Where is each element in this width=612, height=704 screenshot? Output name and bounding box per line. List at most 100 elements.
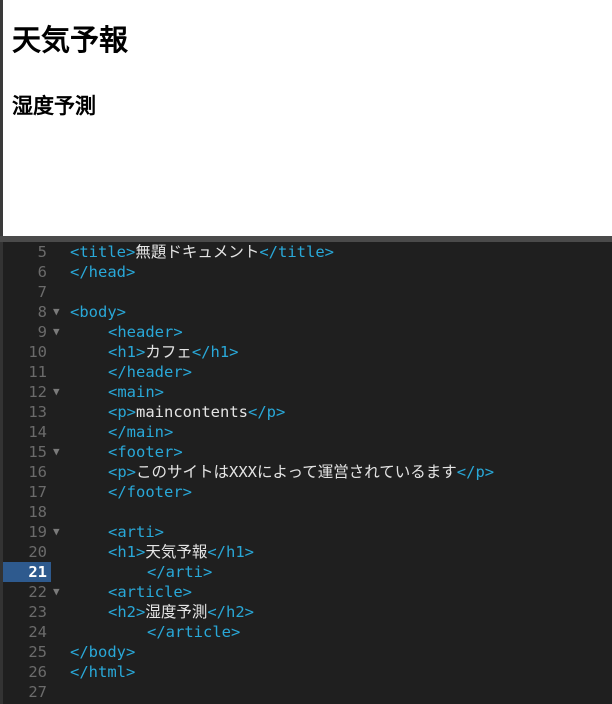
line-number: 26: [28, 663, 47, 681]
code-line[interactable]: 25 </body>: [3, 642, 612, 662]
code-text: <main>: [108, 382, 164, 402]
code-line[interactable]: 15 ▼ <footer>: [3, 442, 612, 462]
html-tag-token: </title>: [259, 243, 334, 261]
preview-heading-2: 湿度予測: [12, 94, 96, 118]
line-number: 12: [28, 383, 47, 401]
html-tag-token: <h1>: [108, 543, 146, 561]
code-text: <article>: [108, 582, 192, 602]
line-number: 25: [28, 643, 47, 661]
fold-arrow-icon[interactable]: ▼: [53, 582, 60, 602]
fold-arrow-icon[interactable]: ▼: [53, 522, 60, 542]
line-number: 8: [37, 303, 47, 321]
html-tag-token: </h2>: [207, 603, 255, 621]
html-tag-token: </arti>: [147, 563, 213, 581]
code-line[interactable]: 13 <p>maincontents</p>: [3, 402, 612, 422]
line-number: 9: [37, 323, 47, 341]
code-text: </arti>: [147, 562, 212, 582]
code-text: <header>: [108, 322, 183, 342]
code-text: </article>: [147, 622, 240, 642]
html-tag-token: </header>: [108, 363, 192, 381]
fold-arrow-icon[interactable]: ▼: [53, 322, 60, 342]
code-text: <h1>カフェ</h1>: [108, 342, 239, 362]
text-token: 湿度予測: [145, 603, 208, 621]
line-number: 7: [37, 283, 47, 301]
line-number: 16: [28, 463, 47, 481]
line-number: 13: [28, 403, 47, 421]
code-line[interactable]: 20 <h1>天気予報</h1>: [3, 542, 612, 562]
code-line[interactable]: 19 ▼ <arti>: [3, 522, 612, 542]
code-line[interactable]: 8 ▼ <body>: [3, 302, 612, 322]
line-number: 27: [28, 683, 47, 701]
html-tag-token: <article>: [108, 583, 192, 601]
html-tag-token: </main>: [108, 423, 174, 441]
code-text: </header>: [108, 362, 192, 382]
html-tag-token: </h1>: [207, 543, 255, 561]
code-text: </body>: [70, 642, 135, 662]
html-tag-token: <body>: [70, 303, 126, 321]
line-number: 17: [28, 483, 47, 501]
code-line[interactable]: 12 ▼ <main>: [3, 382, 612, 402]
html-tag-token: </footer>: [108, 483, 192, 501]
code-text: <body>: [70, 302, 126, 322]
text-token: 天気予報: [145, 543, 208, 561]
line-number: 18: [28, 503, 47, 521]
code-line[interactable]: 11 </header>: [3, 362, 612, 382]
code-line[interactable]: 7: [3, 282, 612, 302]
code-line[interactable]: 14 </main>: [3, 422, 612, 442]
html-tag-token: </p>: [456, 463, 495, 481]
text-token: このサイトはXXXによって運営されているます: [136, 463, 457, 481]
line-number: 10: [28, 343, 47, 361]
html-tag-token: </head>: [70, 263, 136, 281]
line-number: 20: [28, 543, 47, 561]
line-number: 22: [28, 583, 47, 601]
code-line[interactable]: 27: [3, 682, 612, 702]
text-token: 無題ドキュメント: [135, 243, 260, 261]
html-tag-token: <p>: [108, 403, 136, 421]
line-number: 21: [3, 562, 51, 582]
fold-arrow-icon[interactable]: ▼: [53, 442, 60, 462]
code-text: </footer>: [108, 482, 192, 502]
code-editor[interactable]: 5 <title>無題ドキュメント</title> 6 </head> 7 8 ▼ <body…: [0, 242, 612, 704]
html-tag-token: <h2>: [108, 603, 146, 621]
preview-heading-1: 天気予報: [12, 23, 129, 57]
code-text: <title>無題ドキュメント</title>: [70, 242, 334, 262]
fold-arrow-icon[interactable]: ▼: [53, 382, 60, 402]
line-number: 24: [28, 623, 47, 641]
code-text: </main>: [108, 422, 173, 442]
html-tag-token: <footer>: [108, 443, 183, 461]
code-line[interactable]: 21 </arti>: [3, 562, 612, 582]
code-line[interactable]: 10 <h1>カフェ</h1>: [3, 342, 612, 362]
code-text: <footer>: [108, 442, 183, 462]
line-number: 6: [37, 263, 47, 281]
code-line[interactable]: 6 </head>: [3, 262, 612, 282]
code-text: <p>このサイトはXXXによって運営されているます</p>: [108, 462, 494, 482]
code-line[interactable]: 22 ▼ <article>: [3, 582, 612, 602]
text-token: カフェ: [145, 343, 192, 361]
line-number: 11: [28, 363, 47, 381]
live-preview-pane: 天気予報 湿度予測: [0, 0, 612, 236]
line-number: 5: [37, 243, 47, 261]
code-text: <h1>天気予報</h1>: [108, 542, 254, 562]
html-tag-token: <header>: [108, 323, 183, 341]
code-line[interactable]: 26 </html>: [3, 662, 612, 682]
code-line[interactable]: 16 <p>このサイトはXXXによって運営されているます</p>: [3, 462, 612, 482]
html-tag-token: <arti>: [108, 523, 164, 541]
code-line[interactable]: 17 </footer>: [3, 482, 612, 502]
line-number: 14: [28, 423, 47, 441]
html-tag-token: <p>: [108, 463, 136, 481]
code-line[interactable]: 5 <title>無題ドキュメント</title>: [3, 242, 612, 262]
code-text: </head>: [70, 262, 135, 282]
html-tag-token: <h1>: [108, 343, 146, 361]
code-text: <p>maincontents</p>: [108, 402, 285, 422]
html-tag-token: </body>: [70, 643, 136, 661]
html-tag-token: </h1>: [191, 343, 239, 361]
code-line[interactable]: 9 ▼ <header>: [3, 322, 612, 342]
code-text: </html>: [70, 662, 135, 682]
fold-arrow-icon[interactable]: ▼: [53, 302, 60, 322]
line-number: 15: [28, 443, 47, 461]
code-line[interactable]: 23 <h2>湿度予測</h2>: [3, 602, 612, 622]
code-text: <h2>湿度予測</h2>: [108, 602, 254, 622]
code-line[interactable]: 24 </article>: [3, 622, 612, 642]
html-tag-token: </p>: [247, 403, 286, 421]
code-line[interactable]: 18: [3, 502, 612, 522]
